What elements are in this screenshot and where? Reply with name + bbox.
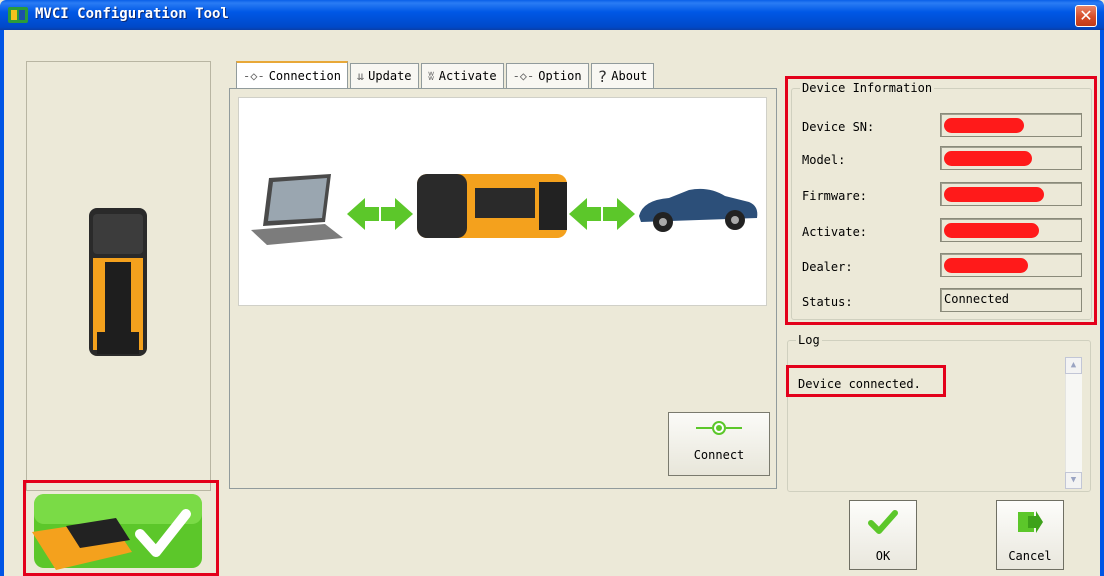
mvci-device-image-large [417,174,567,238]
log-title: Log [796,333,822,347]
connection-diagram-graphic [251,174,758,245]
cancel-button[interactable]: Cancel [996,500,1064,570]
connection-tab-panel: Connect [229,88,777,489]
tab-bar: -◇- Connection ⇊ Update ʬ Activate -◇- O… [236,61,656,88]
connect-plug-icon [696,421,742,435]
close-icon: ✕ [1079,6,1093,25]
window-frame-left [0,30,4,576]
activate-icon: ʬ [427,69,435,83]
update-icon: ⇊ [356,69,365,83]
log-group: Log Device connected. ▲ ▼ [787,333,1091,492]
arrow-left-pair [347,198,413,230]
tab-label: Option [538,69,582,83]
tab-label: About [611,69,648,83]
connection-icon: -◇- [243,68,265,83]
log-line-highlight [786,365,946,397]
help-icon: ? [597,66,608,86]
tab-connection[interactable]: -◇- Connection [236,61,348,88]
device-image-panel [26,61,211,491]
connect-button-label: Connect [693,448,745,462]
ok-button[interactable]: OK [849,500,917,570]
laptop-image [251,174,343,245]
device-info-highlight [785,76,1097,325]
window-frame-right [1100,30,1104,576]
car-image [639,188,758,232]
tab-label: Activate [438,69,497,83]
app-icon [8,7,28,23]
close-button[interactable]: ✕ [1075,5,1097,27]
window-title: MVCI Configuration Tool [35,6,229,22]
chevron-down-icon: ▼ [1070,475,1077,485]
option-icon: -◇- [512,69,535,83]
mvci-device-image [89,208,147,356]
scroll-up-button[interactable]: ▲ [1065,357,1082,374]
checkmark-icon [868,510,898,534]
tab-update[interactable]: ⇊ Update [349,63,419,88]
arrow-right-pair [569,198,635,230]
chevron-up-icon: ▲ [1070,360,1077,370]
status-image-highlight [23,480,219,576]
tab-about[interactable]: ? About [590,63,655,88]
scrollbar-track[interactable] [1065,374,1082,472]
ok-button-label: OK [875,549,891,563]
connection-diagram [238,97,767,306]
tab-label: Update [368,69,412,83]
connect-button[interactable]: Connect [668,412,770,476]
tab-option[interactable]: -◇- Option [505,63,589,88]
tab-label: Connection [268,68,341,83]
scroll-down-button[interactable]: ▼ [1065,472,1082,489]
exit-icon [1018,511,1043,533]
title-bar[interactable]: MVCI Configuration Tool ✕ [0,0,1104,30]
cancel-button-label: Cancel [1008,549,1052,563]
tab-activate[interactable]: ʬ Activate [420,63,504,88]
